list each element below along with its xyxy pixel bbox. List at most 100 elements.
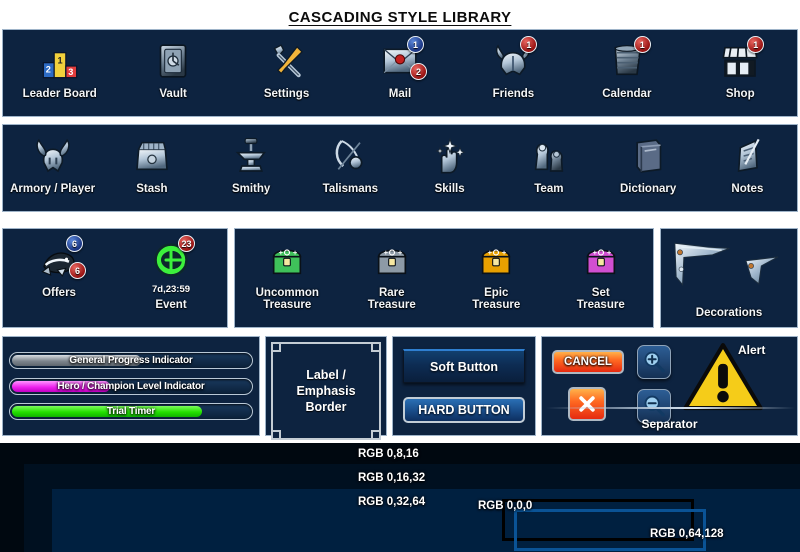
nav-item-shop[interactable]: 1 Shop <box>684 30 797 116</box>
nav-item-rare[interactable]: + + Rare Treasure <box>340 229 445 327</box>
nav-item-settings[interactable]: Settings <box>230 30 343 116</box>
badge-red-2: 2 <box>409 63 427 80</box>
treasure-chest-icon: + + <box>482 248 511 275</box>
progress-bar-label: General Progress Indicator <box>69 354 193 366</box>
nav-item-epic[interactable]: + + Epic Treasure <box>444 229 549 327</box>
nav-item-skills[interactable]: Skills <box>400 125 499 211</box>
page-title: CASCADING STYLE LIBRARY <box>288 9 512 26</box>
nav-item-team[interactable]: Team <box>499 125 598 211</box>
podium-icon: 2 1 3 <box>42 52 77 79</box>
soft-button[interactable]: Soft Button <box>403 349 525 383</box>
svg-text:+: + <box>607 248 612 257</box>
progress-bar-0[interactable]: General Progress Indicator <box>9 351 253 369</box>
icon-wrapper: 23 <box>148 235 195 283</box>
nav-item-friends[interactable]: 1 Friends <box>457 30 570 116</box>
emphasis-line-2: Emphasis <box>296 384 356 398</box>
swatch-label-0: RGB 0,8,16 <box>358 448 419 460</box>
nav-item-leader-board[interactable]: 2 1 3 Leader Board <box>3 30 116 116</box>
nav-item-dictionary[interactable]: Dictionary <box>599 125 698 211</box>
corner-ornament-tl <box>271 342 281 352</box>
safe-icon <box>159 44 187 78</box>
svg-text:+: + <box>398 248 403 257</box>
separator-line <box>546 407 795 409</box>
badge-red-23: 23 <box>178 235 195 252</box>
nav-item-label: Armory / Player <box>10 183 96 195</box>
svg-text:+: + <box>383 248 388 257</box>
icon-row-1: 2 1 3 Leader Board Vault Settings 1 2 Mail … <box>3 30 797 116</box>
nav-item-label: Mail <box>388 88 412 100</box>
icon-row-2: Armory / Player Stash Smithy Talismans S… <box>3 125 797 211</box>
swatch-label-1: RGB 0,16,32 <box>358 472 426 484</box>
badge-red-1: 1 <box>747 36 765 53</box>
secondary-nav-panel: Armory / Player Stash Smithy Talismans S… <box>2 124 798 212</box>
book-icon <box>636 139 662 173</box>
emphasis-line-1: Label / <box>306 368 346 382</box>
quill-note-icon <box>738 138 760 173</box>
app-root: CASCADING STYLE LIBRARY 2 1 3 Leader Boar… <box>0 0 800 552</box>
svg-text:+: + <box>488 248 493 257</box>
nav-item-mail[interactable]: 1 2 Mail <box>343 30 456 116</box>
hard-button[interactable]: HARD BUTTON <box>403 397 525 423</box>
emphasis-border-box: Label / Emphasis Border <box>271 342 381 440</box>
nav-item-label: Stash <box>136 183 168 195</box>
nav-item-label: Team <box>534 183 564 195</box>
chest-stash-icon <box>135 141 168 171</box>
nav-item-notes[interactable]: Notes <box>698 125 797 211</box>
icon-row-3b: + + Uncommon Treasure + + Rare Treasure + + E… <box>235 229 653 327</box>
zoom-in-button[interactable] <box>637 345 671 379</box>
swatch-label-2: RGB 0,32,64 <box>358 496 426 508</box>
svg-text:+: + <box>502 248 507 257</box>
icon-wrapper <box>724 133 770 179</box>
icon-wrapper <box>129 133 175 179</box>
cancel-button[interactable]: CANCEL <box>552 350 624 374</box>
progress-bars-panel: General Progress Indicator Hero / Champio… <box>2 336 260 436</box>
treasure-chest-icon: + + <box>586 248 615 275</box>
event-timer: 7d,23:59 <box>151 284 191 295</box>
icon-wrapper <box>526 133 572 179</box>
icon-wrapper: + + <box>473 237 519 283</box>
nav-item-label: Notes <box>731 183 764 195</box>
icon-wrapper: 1 <box>490 36 538 84</box>
badge-red-6: 6 <box>69 262 86 279</box>
nav-item-label: Shop <box>725 88 755 100</box>
nav-item-label: Rare Treasure <box>367 287 416 311</box>
svg-text:+: + <box>279 248 284 257</box>
nav-item-offers[interactable]: 6 6 Offers <box>3 229 115 327</box>
treasure-panel: + + Uncommon Treasure + + Rare Treasure + + E… <box>234 228 654 328</box>
svg-text:+: + <box>592 248 597 257</box>
alert-label: Alert <box>738 343 766 357</box>
nav-item-set[interactable]: + + Set Treasure <box>549 229 654 327</box>
nav-item-vault[interactable]: Vault <box>116 30 229 116</box>
nav-item-uncommon-treasure[interactable]: + + Uncommon Treasure <box>235 229 340 327</box>
ornate-corner-small-icon <box>745 256 779 285</box>
nav-item-calendar[interactable]: 1 Calendar <box>570 30 683 116</box>
corner-ornament-bl <box>271 430 281 440</box>
badge-blue-1: 1 <box>406 36 424 53</box>
nav-item-label: Event <box>155 299 187 311</box>
icon-wrapper: + + <box>264 237 310 283</box>
amulet-icon <box>336 140 363 170</box>
icon-wrapper: 1 <box>604 36 651 84</box>
svg-text:3: 3 <box>68 67 73 77</box>
offers-event-panel: 6 6 Offers 23 7d,23:59 Event <box>2 228 228 328</box>
icon-wrapper <box>228 133 274 179</box>
nav-item-label: Calendar <box>602 88 652 100</box>
progress-bar-1[interactable]: Hero / Champion Level Indicator <box>9 377 253 395</box>
decorations-panel[interactable]: Decorations <box>660 228 798 328</box>
nav-item-label: Offers <box>42 287 76 299</box>
nav-item-stash[interactable]: Stash <box>102 125 201 211</box>
icon-wrapper <box>30 133 76 179</box>
nav-item-smithy[interactable]: Smithy <box>202 125 301 211</box>
close-button[interactable] <box>568 387 606 421</box>
buttons-panel: Soft Button HARD BUTTON <box>392 336 536 436</box>
icon-wrapper <box>150 38 196 84</box>
svg-text:1: 1 <box>57 56 62 66</box>
icon-wrapper <box>625 133 671 179</box>
progress-bar-2[interactable]: Trial Timer <box>9 403 253 421</box>
corner-ornament-br <box>371 430 381 440</box>
nav-item-event[interactable]: 23 7d,23:59 Event <box>115 229 227 327</box>
corner-ornament-tr <box>371 342 381 352</box>
emphasis-line-3: Border <box>305 400 347 414</box>
nav-item-armory-player[interactable]: Armory / Player <box>3 125 102 211</box>
nav-item-talismans[interactable]: Talismans <box>301 125 400 211</box>
